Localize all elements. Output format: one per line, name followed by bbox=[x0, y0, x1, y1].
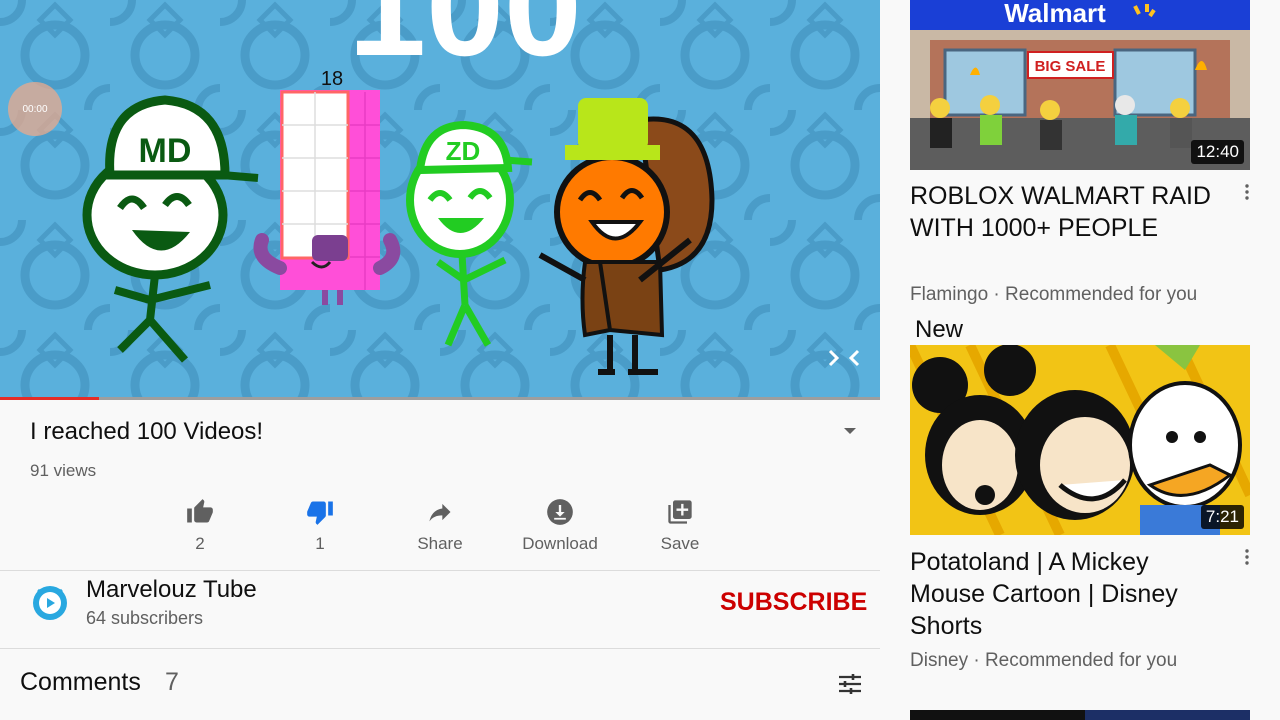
more-options-icon[interactable] bbox=[1243, 184, 1251, 200]
thumb-sign-text: BIG SALE bbox=[1035, 58, 1106, 75]
download-label: Download bbox=[522, 534, 598, 553]
recommendation-title[interactable]: Potatoland | A Mickey Mouse Cartoon | Di… bbox=[910, 546, 1230, 642]
thumbs-up-icon bbox=[187, 499, 213, 523]
fullscreen-exit-icon[interactable] bbox=[826, 346, 862, 370]
thumbnail-next-panel bbox=[1085, 710, 1250, 720]
thumbnail-mickey-cartoon[interactable]: 7:21 bbox=[910, 345, 1250, 535]
thumbs-down-icon bbox=[307, 501, 333, 525]
like-count: 2 bbox=[195, 534, 205, 553]
thumbnail-image bbox=[910, 345, 1250, 535]
subscribe-button[interactable]: SUBSCRIBE bbox=[720, 588, 867, 617]
video-duration: 7:21 bbox=[1200, 505, 1244, 529]
download-button[interactable]: Download bbox=[505, 498, 615, 554]
thumbnail-next[interactable] bbox=[910, 710, 1250, 720]
dislike-count: 1 bbox=[315, 534, 325, 553]
big-number-text: 100 bbox=[348, 0, 582, 85]
video-frame: 100 MD 18 ZD bbox=[0, 0, 880, 400]
view-count: 91 views bbox=[30, 461, 97, 480]
save-button[interactable]: Save bbox=[625, 498, 735, 554]
save-label: Save bbox=[660, 534, 700, 553]
recommendation-title[interactable]: ROBLOX WALMART RAID WITH 1000+ PEOPLE bbox=[910, 180, 1230, 244]
progress-fill bbox=[0, 397, 99, 400]
channel-name[interactable]: Marvelouz Tube bbox=[86, 576, 257, 604]
expand-description-icon[interactable] bbox=[840, 424, 860, 438]
divider bbox=[0, 648, 880, 649]
more-options-icon[interactable] bbox=[1243, 549, 1251, 565]
like-button[interactable]: 2 bbox=[145, 498, 255, 554]
video-duration: 12:40 bbox=[1191, 140, 1244, 164]
share-label: Share bbox=[417, 534, 463, 553]
thumbnail-roblox-walmart[interactable]: Walmart BIG SALE 12:40 bbox=[910, 0, 1250, 170]
timer-badge: 00:00 bbox=[8, 82, 62, 136]
progress-bar[interactable] bbox=[0, 397, 880, 400]
cap-text-zd: ZD bbox=[446, 136, 481, 166]
comments-count: 7 bbox=[165, 668, 179, 696]
video-title: I reached 100 Videos! bbox=[30, 418, 264, 445]
character-block: 18 bbox=[253, 68, 401, 305]
recommendation-meta: Disney · Recommended for you bbox=[910, 650, 1178, 671]
comments-label[interactable]: Comments bbox=[20, 668, 141, 697]
video-player[interactable]: 100 MD 18 ZD 00:00 bbox=[0, 0, 880, 400]
share-button[interactable]: Share bbox=[385, 498, 495, 554]
divider bbox=[0, 570, 880, 571]
subscriber-count: 64 subscribers bbox=[86, 608, 204, 628]
cap-text-md: MD bbox=[139, 132, 192, 170]
dislike-button[interactable]: 1 bbox=[265, 498, 375, 554]
share-icon bbox=[429, 503, 451, 522]
sort-filter-icon[interactable] bbox=[837, 672, 863, 696]
download-icon bbox=[547, 499, 573, 525]
channel-avatar[interactable] bbox=[30, 582, 70, 622]
add-to-playlist-icon bbox=[668, 500, 692, 524]
recommendation-meta: Flamingo · Recommended for you bbox=[910, 284, 1198, 305]
thumb-walmart-text: Walmart bbox=[1004, 0, 1106, 28]
block-number-text: 18 bbox=[321, 68, 343, 90]
new-badge: New bbox=[915, 316, 964, 343]
